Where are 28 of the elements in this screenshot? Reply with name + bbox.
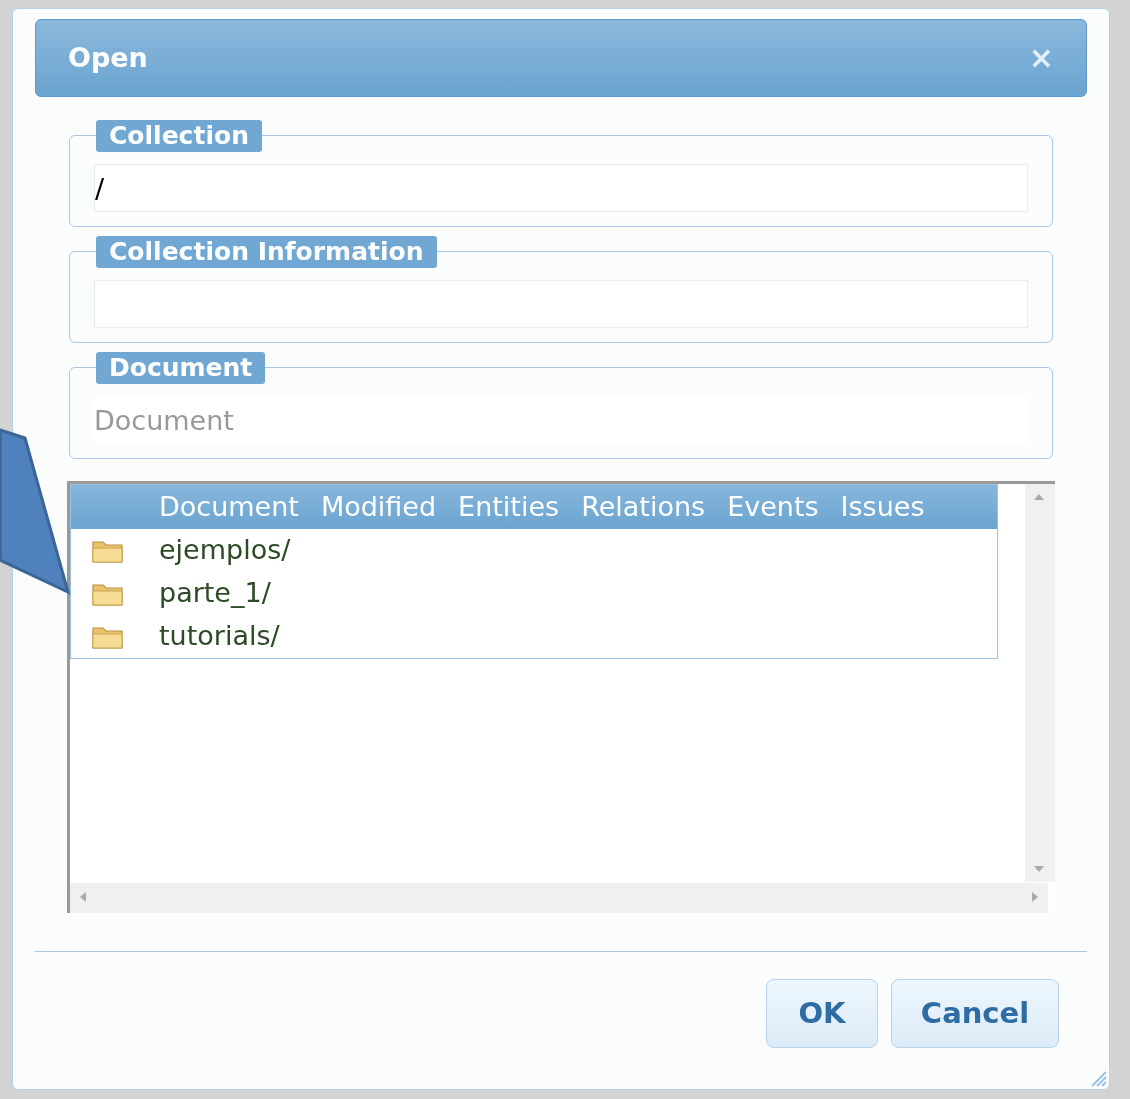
scroll-up-icon[interactable] bbox=[1034, 494, 1044, 500]
column-header[interactable]: Document bbox=[159, 486, 299, 528]
file-row[interactable]: tutorials/ bbox=[71, 615, 997, 658]
file-name: tutorials/ bbox=[159, 619, 280, 654]
vertical-scrollbar[interactable] bbox=[1025, 484, 1055, 882]
file-row[interactable]: parte_1/ bbox=[71, 572, 997, 615]
window-title: Open bbox=[68, 40, 148, 75]
column-header[interactable]: Modified bbox=[320, 486, 437, 528]
dialog-button[interactable]: Cancel bbox=[891, 979, 1059, 1048]
horizontal-scrollbar[interactable] bbox=[70, 883, 1048, 913]
dialog-button[interactable]: OK bbox=[766, 979, 878, 1048]
file-row[interactable]: ejemplos/ bbox=[71, 529, 997, 572]
input-field[interactable]: Document bbox=[94, 396, 1028, 444]
scroll-down-icon[interactable] bbox=[1034, 866, 1044, 872]
field-legend: Collection bbox=[96, 120, 262, 152]
column-header[interactable]: Entities bbox=[458, 486, 560, 528]
input-field[interactable] bbox=[94, 280, 1028, 328]
column-header[interactable]: Issues bbox=[840, 486, 925, 528]
field-legend: Document bbox=[96, 352, 266, 384]
file-name: ejemplos/ bbox=[159, 533, 291, 568]
column-header[interactable]: Events bbox=[727, 486, 819, 528]
scroll-left-icon[interactable] bbox=[80, 892, 86, 902]
file-name: parte_1/ bbox=[159, 576, 271, 611]
scroll-right-icon[interactable] bbox=[1032, 892, 1038, 902]
input-field[interactable]: / bbox=[94, 164, 1028, 212]
close-button[interactable]: × bbox=[1028, 43, 1054, 73]
field-legend: Collection Information bbox=[96, 236, 437, 268]
column-header[interactable]: Relations bbox=[581, 486, 706, 528]
